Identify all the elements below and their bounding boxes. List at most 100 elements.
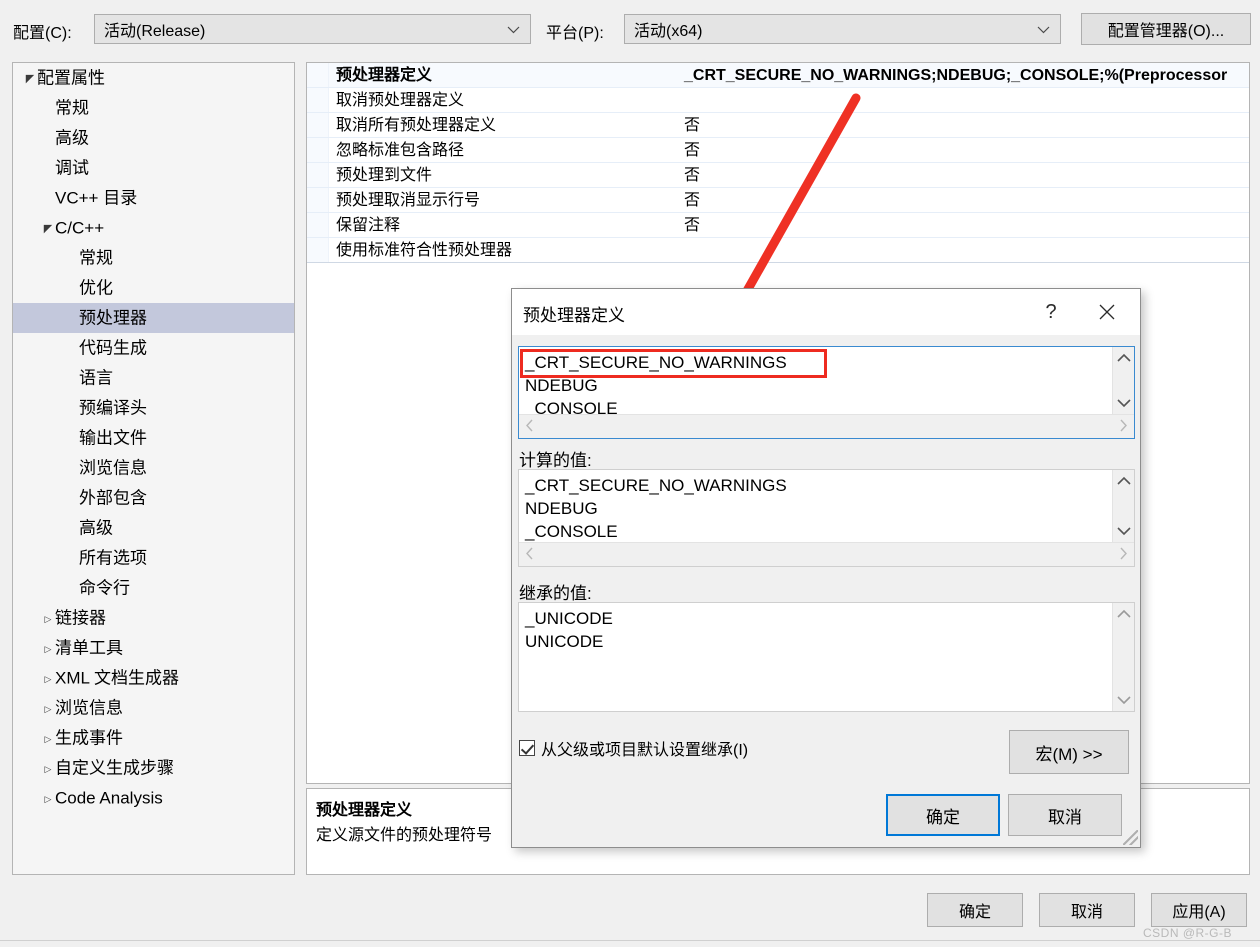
grid-row[interactable]: 预处理取消显示行号 否	[307, 188, 1249, 213]
cancel-button[interactable]: 取消	[1039, 893, 1135, 927]
property-tree[interactable]: ◤ 配置属性 常规 高级 调试 VC++ 目录 ◤ C/C++ 常规 优化 预处理器 代码生成 语言 预编…	[12, 62, 295, 875]
chevron-right-icon[interactable]	[1119, 547, 1128, 563]
apply-button[interactable]: 应用(A)	[1151, 893, 1247, 927]
tree-item[interactable]: 输出文件	[13, 423, 294, 453]
tree-item[interactable]: 高级	[13, 513, 294, 543]
chevron-down-icon[interactable]	[1116, 524, 1131, 539]
chevron-left-icon[interactable]	[525, 547, 534, 563]
tree-item[interactable]: ▷ Code Analysis	[13, 783, 294, 813]
configuration-dropdown[interactable]: 活动(Release)	[94, 14, 531, 44]
grid-property-value[interactable]: 否	[679, 113, 1249, 137]
tree-item[interactable]: ▷ 自定义生成步骤	[13, 753, 294, 783]
grid-property-value[interactable]	[679, 238, 1249, 262]
grid-property-value[interactable]: _CRT_SECURE_NO_WARNINGS;NDEBUG;_CONSOLE;…	[679, 63, 1249, 87]
grid-row[interactable]: 保留注释 否	[307, 213, 1249, 238]
twisty-expanded-icon[interactable]: ◤	[23, 64, 37, 94]
tree-item[interactable]: ◤ 配置属性	[13, 63, 294, 93]
platform-dropdown[interactable]: 活动(x64)	[624, 14, 1061, 44]
twisty-collapsed-icon[interactable]: ▷	[41, 754, 55, 784]
grid-property-value[interactable]: 否	[679, 213, 1249, 237]
grid-property-value[interactable]: 否	[679, 188, 1249, 212]
tree-item-label: 常规	[55, 98, 89, 118]
chevron-right-icon[interactable]	[1119, 419, 1128, 435]
vertical-scrollbar[interactable]	[1112, 347, 1134, 414]
ok-button[interactable]: 确定	[927, 893, 1023, 927]
inherit-checkbox-row[interactable]: 从父级或项目默认设置继承(I)	[519, 736, 748, 760]
tree-item[interactable]: 命令行	[13, 573, 294, 603]
list-item[interactable]: _CRT_SECURE_NO_WARNINGS	[525, 351, 1112, 374]
chevron-up-icon[interactable]	[1116, 606, 1131, 621]
list-item[interactable]: _CRT_SECURE_NO_WARNINGS	[525, 474, 1112, 497]
tree-item[interactable]: ▷ XML 文档生成器	[13, 663, 294, 693]
tree-item[interactable]: 优化	[13, 273, 294, 303]
grid-row[interactable]: 取消预处理器定义	[307, 88, 1249, 113]
tree-item[interactable]: 浏览信息	[13, 453, 294, 483]
tree-item[interactable]: ▷ 生成事件	[13, 723, 294, 753]
chevron-down-icon[interactable]	[1116, 693, 1131, 708]
tree-item[interactable]: 代码生成	[13, 333, 294, 363]
twisty-collapsed-icon[interactable]: ▷	[41, 634, 55, 664]
grid-row[interactable]: 忽略标准包含路径 否	[307, 138, 1249, 163]
tree-item[interactable]: 常规	[13, 243, 294, 273]
list-item[interactable]: _UNICODE	[525, 607, 1112, 630]
tree-item-label: 语言	[79, 368, 113, 388]
tree-item[interactable]: 预编译头	[13, 393, 294, 423]
tree-item[interactable]: ▷ 清单工具	[13, 633, 294, 663]
tree-item[interactable]: ◤ C/C++	[13, 213, 294, 243]
dialog-cancel-button[interactable]: 取消	[1008, 794, 1122, 836]
twisty-collapsed-icon[interactable]: ▷	[41, 694, 55, 724]
twisty-collapsed-icon[interactable]: ▷	[41, 664, 55, 694]
list-item[interactable]: NDEBUG	[525, 374, 1112, 397]
tree-item-label: 预编译头	[79, 398, 147, 418]
tree-item-label: 浏览信息	[55, 698, 123, 718]
vertical-scrollbar[interactable]	[1112, 603, 1134, 711]
list-item[interactable]: NDEBUG	[525, 497, 1112, 520]
horizontal-scrollbar[interactable]	[519, 542, 1134, 566]
grid-gutter	[307, 188, 329, 212]
chevron-up-icon[interactable]	[1116, 350, 1131, 365]
definitions-edit-listbox[interactable]: _CRT_SECURE_NO_WARNINGS NDEBUG _CONSOLE	[518, 346, 1135, 439]
tree-item[interactable]: 高级	[13, 123, 294, 153]
list-item[interactable]: UNICODE	[525, 630, 1112, 653]
grid-row[interactable]: 使用标准符合性预处理器	[307, 238, 1249, 263]
close-icon[interactable]	[1090, 297, 1124, 327]
tree-item[interactable]: 所有选项	[13, 543, 294, 573]
horizontal-scrollbar[interactable]	[519, 414, 1134, 438]
computed-value-listbox[interactable]: _CRT_SECURE_NO_WARNINGS NDEBUG _CONSOLE	[518, 469, 1135, 567]
twisty-collapsed-icon[interactable]: ▷	[41, 604, 55, 634]
macros-button[interactable]: 宏(M) >>	[1009, 730, 1129, 774]
computed-value-label: 计算的值:	[519, 451, 592, 470]
dialog-titlebar: 预处理器定义 ?	[512, 289, 1140, 335]
twisty-expanded-icon[interactable]: ◤	[41, 214, 55, 244]
chevron-left-icon[interactable]	[525, 419, 534, 435]
inherited-value-listbox[interactable]: _UNICODE UNICODE	[518, 602, 1135, 712]
chevron-up-icon[interactable]	[1116, 473, 1131, 488]
tree-item[interactable]: 常规	[13, 93, 294, 123]
tree-item[interactable]: 语言	[13, 363, 294, 393]
vertical-scrollbar[interactable]	[1112, 470, 1134, 542]
configuration-manager-button[interactable]: 配置管理器(O)...	[1081, 13, 1251, 45]
tree-item[interactable]: ▷ 浏览信息	[13, 693, 294, 723]
tree-item[interactable]: 预处理器	[13, 303, 294, 333]
grid-row[interactable]: 预处理器定义 _CRT_SECURE_NO_WARNINGS;NDEBUG;_CO…	[307, 63, 1249, 88]
resize-grip-icon[interactable]	[1123, 830, 1138, 845]
twisty-collapsed-icon[interactable]: ▷	[41, 724, 55, 754]
chevron-down-icon[interactable]	[1116, 396, 1131, 411]
tree-item[interactable]: VC++ 目录	[13, 183, 294, 213]
inherit-checkbox[interactable]	[519, 740, 535, 756]
grid-property-value[interactable]	[679, 88, 1249, 112]
twisty-collapsed-icon[interactable]: ▷	[41, 784, 55, 814]
description-title: 预处理器定义	[316, 802, 413, 819]
question-mark-icon[interactable]: ?	[1034, 297, 1068, 327]
tree-item[interactable]: ▷ 链接器	[13, 603, 294, 633]
dialog-ok-button[interactable]: 确定	[886, 794, 1000, 836]
grid-property-value[interactable]: 否	[679, 163, 1249, 187]
grid-row[interactable]: 预处理到文件 否	[307, 163, 1249, 188]
tree-item[interactable]: 调试	[13, 153, 294, 183]
preprocessor-definitions-dialog: 预处理器定义 ? _CRT_SECURE_NO_WARNINGS NDEBUG _C…	[511, 288, 1141, 848]
grid-row[interactable]: 取消所有预处理器定义 否	[307, 113, 1249, 138]
list-item[interactable]: _CONSOLE	[525, 397, 1112, 414]
list-item[interactable]: _CONSOLE	[525, 520, 1112, 542]
tree-item[interactable]: 外部包含	[13, 483, 294, 513]
grid-property-value[interactable]: 否	[679, 138, 1249, 162]
